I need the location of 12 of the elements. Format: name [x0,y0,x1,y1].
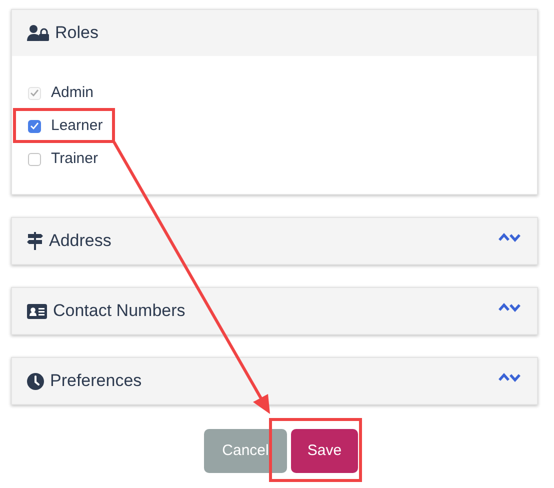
save-button[interactable]: Save [291,429,358,473]
panel-header[interactable]: Contact Numbers [12,288,537,334]
panel-title: Address [49,230,112,252]
panel-title: Contact Numbers [53,300,186,322]
checkbox-label: Admin [51,82,94,103]
panel-header[interactable]: Roles [12,10,537,56]
panel-header[interactable]: Address [12,218,537,264]
checkbox-label: Learner [51,116,103,136]
checkbox-label: Trainer [51,148,98,169]
panel-title: Roles [55,22,100,44]
panel-header[interactable]: Preferences [12,358,537,404]
panel-title: Preferences [50,370,143,392]
